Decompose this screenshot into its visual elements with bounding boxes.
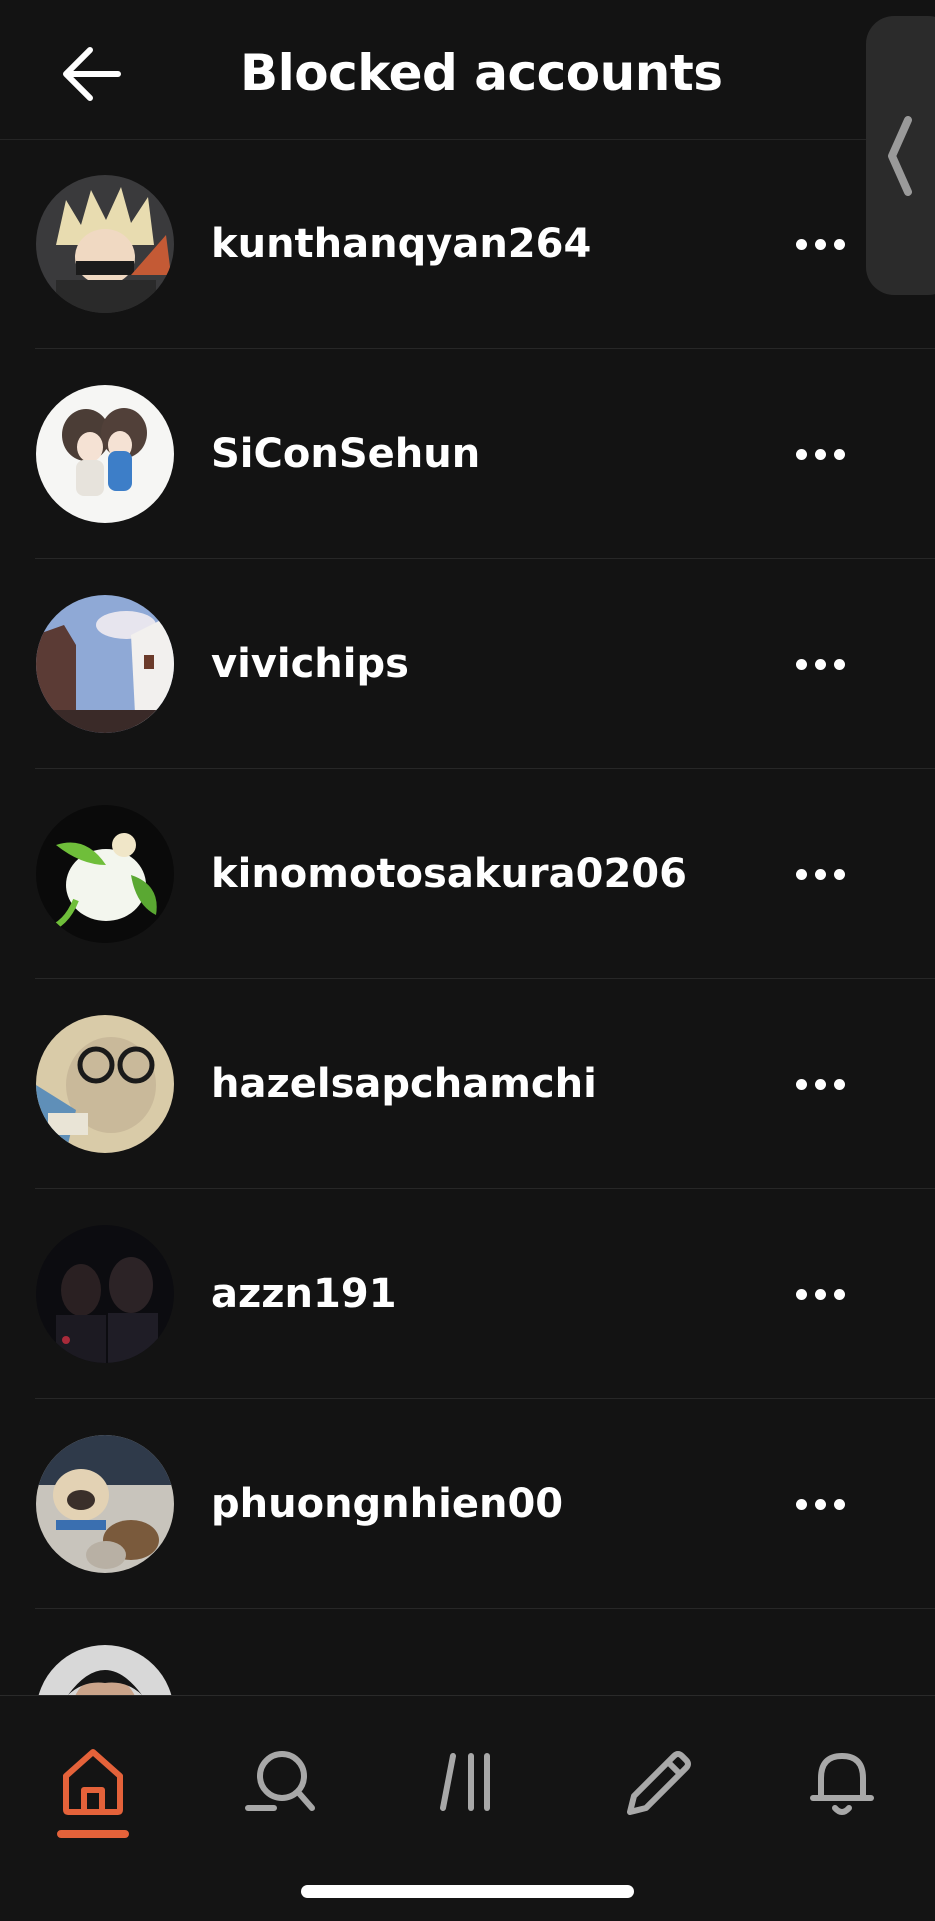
nav-write-tab[interactable] — [612, 1736, 702, 1826]
username: kinomotosakura0206 — [211, 851, 687, 897]
more-options-button[interactable] — [796, 860, 860, 888]
more-options-button[interactable] — [796, 440, 860, 468]
nav-home-tab[interactable] — [48, 1736, 138, 1826]
list-item[interactable]: hazelsapchamchi — [0, 979, 935, 1189]
list-item[interactable]: vivichips — [0, 559, 935, 769]
nav-notifications-tab[interactable] — [797, 1736, 887, 1826]
avatar[interactable] — [36, 1435, 174, 1573]
back-button[interactable] — [56, 38, 128, 110]
more-horizontal-icon — [796, 1078, 807, 1090]
list-item[interactable]: azzn191 — [0, 1189, 935, 1399]
pencil-icon — [627, 1751, 691, 1815]
username: phuongnhien00 — [211, 1481, 564, 1527]
list-item[interactable]: phuongnhien00 — [0, 1399, 935, 1609]
active-tab-indicator — [57, 1830, 129, 1838]
header: Blocked accounts — [0, 0, 935, 140]
more-options-button[interactable] — [796, 1490, 860, 1518]
more-options-button[interactable] — [796, 230, 860, 258]
nav-search-tab[interactable] — [234, 1736, 324, 1826]
more-options-button[interactable] — [796, 1070, 860, 1098]
username: kunthanqyan264 — [211, 221, 592, 267]
avatar[interactable] — [36, 595, 174, 733]
username: hazelsapchamchi — [211, 1061, 597, 1107]
more-horizontal-icon — [796, 238, 807, 250]
home-indicator[interactable] — [301, 1885, 634, 1898]
list-item[interactable] — [0, 1609, 935, 1695]
username: vivichips — [211, 641, 409, 687]
nav-library-tab[interactable] — [423, 1736, 513, 1826]
avatar[interactable] — [36, 1225, 174, 1363]
more-options-button[interactable] — [796, 650, 860, 678]
arrow-left-icon — [63, 47, 121, 101]
username: azzn191 — [211, 1271, 397, 1317]
search-icon — [245, 1751, 315, 1811]
avatar[interactable] — [36, 1015, 174, 1153]
list-item[interactable]: kinomotosakura0206 — [0, 769, 935, 979]
list-item[interactable]: SiConSehun — [0, 349, 935, 559]
more-horizontal-icon — [796, 1498, 807, 1510]
avatar[interactable] — [36, 175, 174, 313]
username: SiConSehun — [211, 431, 481, 477]
more-horizontal-icon — [796, 658, 807, 670]
home-icon — [63, 1749, 123, 1815]
avatar[interactable] — [36, 385, 174, 523]
more-horizontal-icon — [796, 448, 807, 460]
list-item[interactable]: kunthanqyan264 — [0, 139, 935, 349]
library-icon — [440, 1753, 490, 1811]
blocked-accounts-list: kunthanqyan264 SiConSehun vivichips kino… — [0, 139, 935, 1695]
more-horizontal-icon — [796, 868, 807, 880]
more-horizontal-icon — [796, 1288, 807, 1300]
bell-icon — [810, 1753, 874, 1815]
avatar[interactable] — [36, 805, 174, 943]
more-options-button[interactable] — [796, 1280, 860, 1308]
bottom-navigation — [0, 1695, 935, 1921]
page-title: Blocked accounts — [240, 44, 723, 102]
avatar[interactable] — [36, 1645, 174, 1695]
